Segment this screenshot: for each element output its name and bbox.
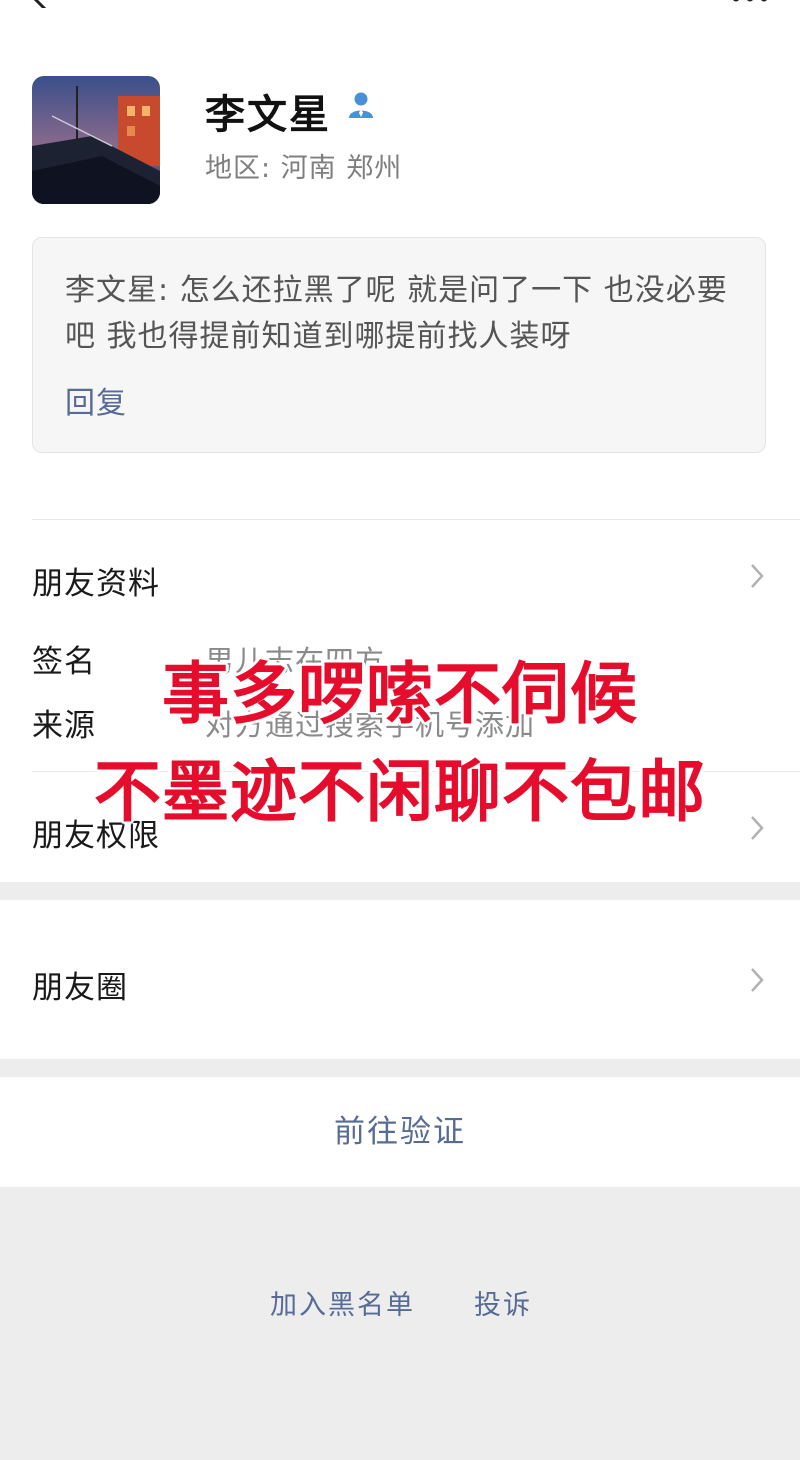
complain-link[interactable]: 投诉 <box>474 1283 532 1322</box>
moments-row[interactable]: 朋友圈 <box>32 962 128 1007</box>
divider <box>32 519 800 520</box>
add-to-blacklist-link[interactable]: 加入黑名单 <box>270 1283 415 1322</box>
section-gap <box>0 1059 800 1077</box>
avatar[interactable] <box>32 76 160 204</box>
friend-profile-row[interactable]: 朋友资料 <box>32 558 160 603</box>
message-card: 李文星: 怎么还拉黑了呢 就是问了一下 也没必要吧 我也得提前知道到哪提前找人装… <box>32 237 766 453</box>
chevron-right-icon <box>751 564 764 588</box>
chevron-right-icon <box>751 968 764 992</box>
top-bar <box>0 0 800 20</box>
region-text: 地区: 河南 郑州 <box>205 153 403 184</box>
back-icon[interactable] <box>28 0 50 8</box>
bottom-actions: 加入黑名单 投诉 <box>0 1187 800 1460</box>
verified-person-icon <box>349 92 373 118</box>
profile-name: 李文星 <box>205 92 331 138</box>
overlay-caption-line1: 事多啰嗦不伺候 <box>162 655 638 733</box>
reply-link[interactable]: 回复 <box>65 378 127 422</box>
more-icon[interactable] <box>730 0 770 4</box>
message-text: 李文星: 怎么还拉黑了呢 就是问了一下 也没必要吧 我也得提前知道到哪提前找人装… <box>65 273 728 354</box>
section-gap <box>0 882 800 900</box>
verify-button[interactable]: 前往验证 <box>0 1077 800 1187</box>
overlay-caption-line2: 不墨迹不闲聊不包邮 <box>94 753 706 831</box>
